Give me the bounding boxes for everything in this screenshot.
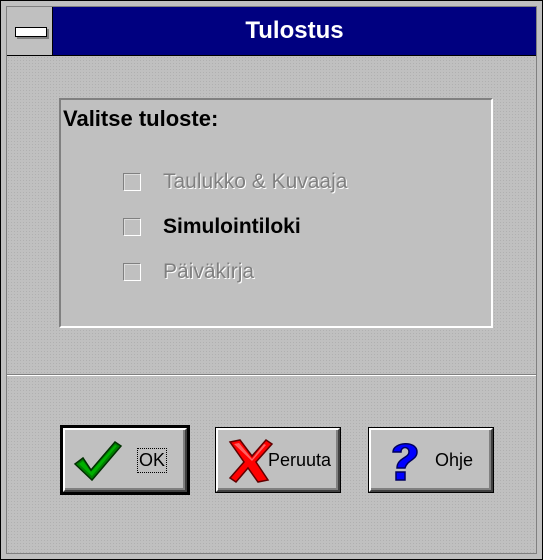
dialog-body: Valitse tuloste: Taulukko & Kuvaaja Simu… <box>7 56 536 553</box>
ok-label: OK <box>136 448 168 473</box>
group-label: Valitse tuloste: <box>63 106 219 131</box>
question-mark-icon <box>392 443 418 481</box>
cancel-button[interactable]: Peruuta <box>215 427 341 493</box>
ok-button[interactable]: OK <box>60 425 190 495</box>
checkbox-label: Taulukko & Kuvaaja <box>163 170 348 193</box>
checkbox-box[interactable] <box>123 218 141 236</box>
title-bar[interactable]: Tulostus <box>7 7 536 56</box>
help-label: Ohje <box>435 450 474 470</box>
green-checkmark-icon <box>73 441 123 482</box>
output-selection-group: Valitse tuloste: Taulukko & Kuvaaja Simu… <box>59 98 493 328</box>
checkbox-taulukko-kuvaaja: Taulukko & Kuvaaja <box>123 167 347 197</box>
dialog-title: Tulostus <box>245 17 344 44</box>
help-button[interactable]: Ohje <box>368 427 494 493</box>
checkbox-box <box>123 263 141 281</box>
checkbox-label: Päiväkirja <box>163 260 255 283</box>
system-menu-icon[interactable] <box>7 7 53 55</box>
print-dialog: Tulostus Valitse tuloste: Taulukko & Kuv… <box>0 0 543 560</box>
checkbox-simulointiloki[interactable]: Simulointiloki <box>123 212 301 242</box>
cancel-label: Peruuta <box>268 450 332 470</box>
separator <box>7 374 536 376</box>
checkbox-box <box>123 173 141 191</box>
checkbox-label[interactable]: Simulointiloki <box>163 215 301 239</box>
checkbox-paivakirja: Päiväkirja <box>123 257 254 287</box>
